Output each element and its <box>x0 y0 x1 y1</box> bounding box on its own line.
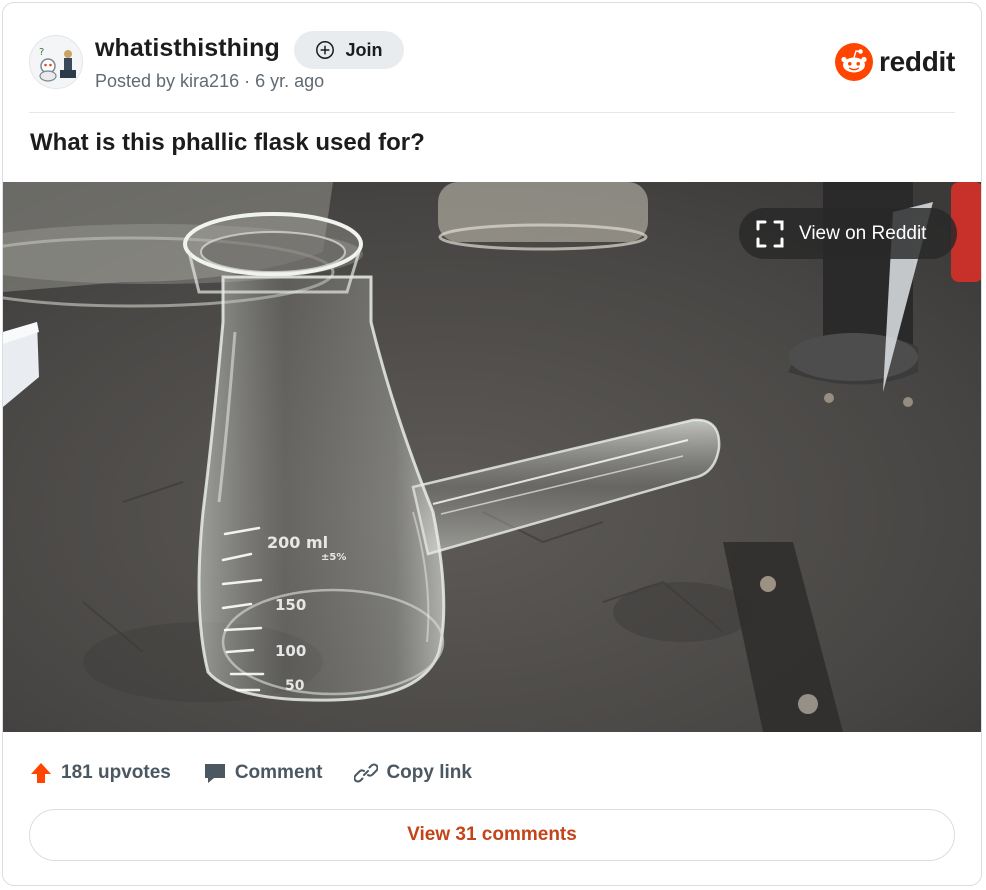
upvote-arrow-icon <box>31 763 51 783</box>
header-divider <box>29 112 955 113</box>
post-image[interactable]: 200 ml ±5% 150 100 50 View on Reddit <box>3 182 981 732</box>
flask-marking-50: 50 <box>285 678 305 694</box>
svg-text:?: ? <box>39 47 44 58</box>
plus-circle-icon <box>316 41 335 59</box>
reddit-logo[interactable]: reddit <box>835 43 955 81</box>
flask-photo: 200 ml ±5% 150 100 50 <box>3 182 981 732</box>
reddit-wordmark: reddit <box>879 46 955 77</box>
comment-button[interactable]: Comment <box>203 761 323 785</box>
view-on-reddit-button[interactable]: View on Reddit <box>739 208 957 259</box>
reddit-snoo-icon <box>835 43 874 81</box>
comment-bubble-icon <box>204 764 225 783</box>
join-label: Join <box>345 39 383 60</box>
subreddit-avatar-icon: ? <box>30 36 82 88</box>
post-meta: Posted by kira216 · 6 yr. ago <box>95 71 325 91</box>
flask-marking-150: 150 <box>275 596 306 614</box>
link-icon <box>354 763 379 783</box>
view-comments-button[interactable]: View 31 comments <box>29 809 955 861</box>
expand-icon <box>756 220 784 247</box>
post-actions: 181 upvotes Comment Copy link <box>29 755 504 791</box>
upvote-button[interactable]: 181 upvotes <box>29 761 171 785</box>
flask-marking-tolerance: ±5% <box>321 552 346 563</box>
comment-label: Comment <box>234 762 323 783</box>
flask-marking-100: 100 <box>275 642 306 660</box>
flask-marking-200: 200 ml <box>267 533 328 552</box>
post-header: ? whatisthisthing Join Posted by kira216… <box>3 3 981 115</box>
subreddit-name[interactable]: whatisthisthing <box>95 34 280 63</box>
join-button[interactable]: Join <box>294 31 404 69</box>
reddit-embed-card: ? whatisthisthing Join Posted by kira216… <box>2 2 982 886</box>
copy-link-label: Copy link <box>386 762 472 783</box>
subreddit-avatar[interactable]: ? <box>29 35 83 89</box>
upvote-count: 181 upvotes <box>61 762 171 783</box>
post-title[interactable]: What is this phallic flask used for? <box>30 129 425 157</box>
view-on-reddit-label: View on Reddit <box>799 222 927 244</box>
copy-link-button[interactable]: Copy link <box>354 761 472 785</box>
